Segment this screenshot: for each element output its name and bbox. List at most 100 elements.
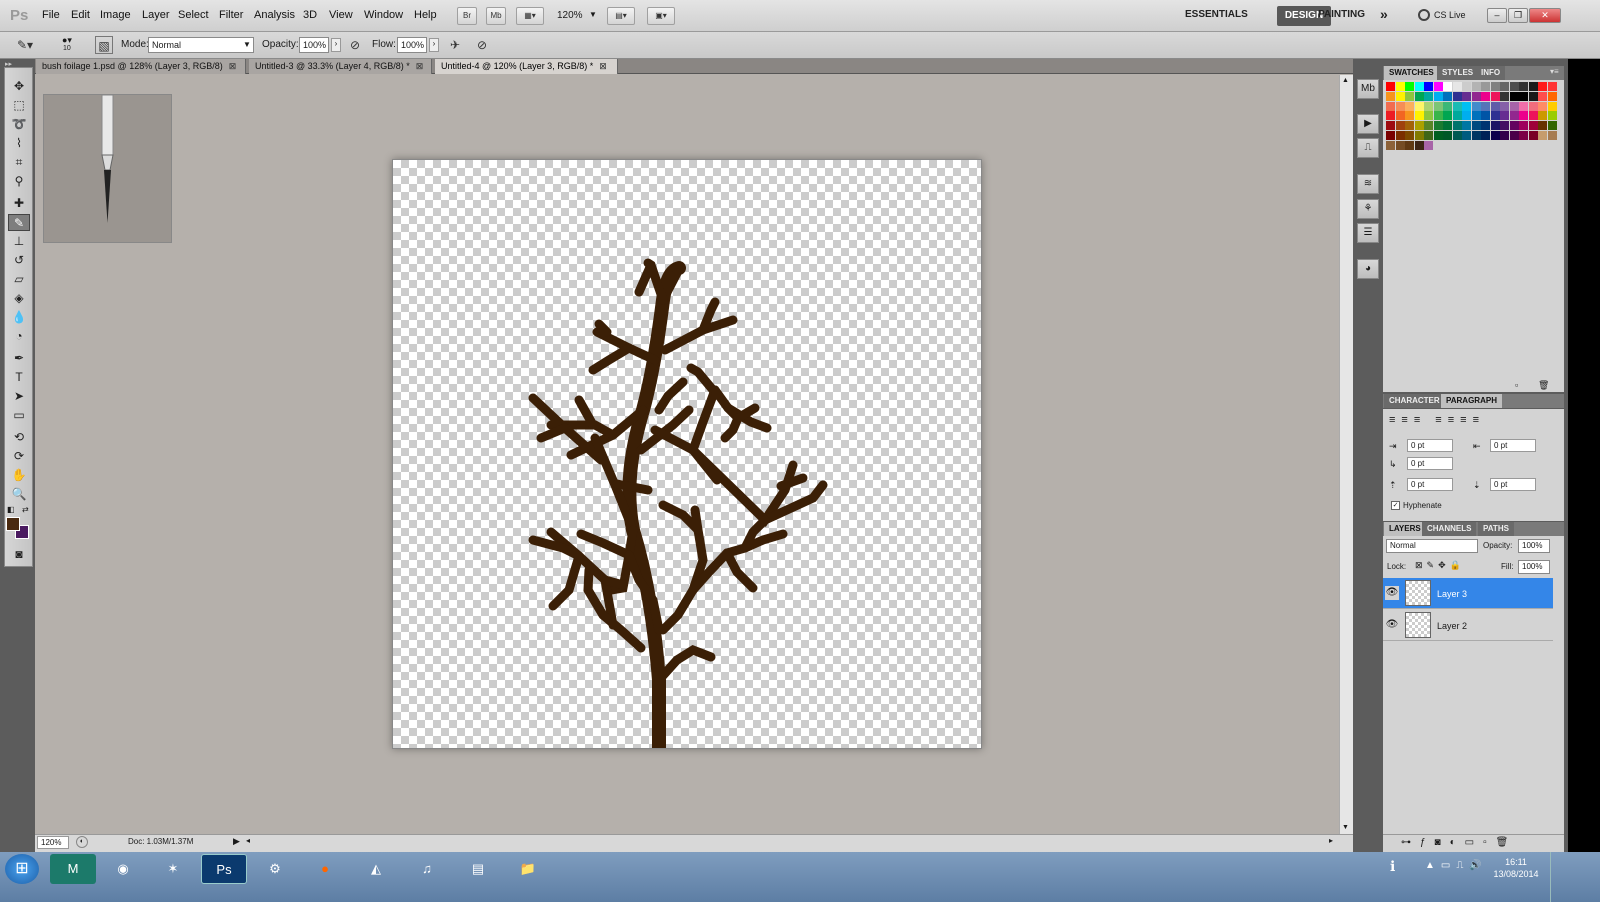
swatch[interactable]	[1414, 140, 1424, 150]
taskbar-winrar-icon[interactable]: ▤	[455, 854, 501, 884]
swatch[interactable]	[1452, 101, 1462, 111]
swatch[interactable]	[1528, 101, 1538, 111]
swatch[interactable]	[1386, 121, 1395, 131]
status-zoom-field[interactable]: 120%	[37, 836, 69, 849]
swatch[interactable]	[1462, 131, 1471, 140]
swatch[interactable]	[1424, 131, 1433, 140]
swatch[interactable]	[1509, 101, 1519, 111]
swatch[interactable]	[1509, 121, 1519, 131]
swatch[interactable]	[1443, 121, 1452, 131]
rectangle-tool-icon[interactable]: ▭	[8, 407, 30, 424]
swatch[interactable]	[1500, 111, 1509, 121]
lasso-tool-icon[interactable]: ➰	[8, 116, 30, 133]
swatch[interactable]	[1405, 91, 1414, 101]
dodge-tool-icon[interactable]: ◔	[8, 328, 30, 345]
swatch[interactable]	[1481, 101, 1490, 111]
swatch[interactable]	[1443, 131, 1452, 140]
workspace-essentials[interactable]: ESSENTIALS	[1185, 9, 1248, 20]
tab-swatches[interactable]: SWATCHES	[1384, 66, 1439, 80]
taskbar-zbrush-icon[interactable]: ✶	[150, 854, 196, 884]
cslive-button[interactable]: CS Live	[1434, 10, 1466, 20]
marquee-tool-icon[interactable]: ⬚	[8, 97, 30, 114]
swatch[interactable]	[1490, 82, 1500, 91]
swatch[interactable]	[1395, 121, 1405, 131]
swatch[interactable]	[1405, 121, 1414, 131]
space-before-field[interactable]: 0 pt	[1407, 478, 1453, 491]
swatch[interactable]	[1433, 101, 1443, 111]
swatch[interactable]	[1414, 82, 1424, 91]
layer-actions-icons[interactable]: ⊶ƒ◙◐▭▫🗑	[1401, 837, 1517, 848]
swatch[interactable]	[1405, 82, 1414, 91]
airbrush-icon[interactable]: ✈	[446, 36, 464, 54]
swatch[interactable]	[1452, 121, 1462, 131]
swatch[interactable]	[1528, 131, 1538, 140]
swatch[interactable]	[1509, 111, 1519, 121]
swatch[interactable]	[1452, 91, 1462, 101]
swatch[interactable]	[1462, 82, 1471, 91]
swatch[interactable]	[1471, 91, 1481, 101]
swatch[interactable]	[1490, 91, 1500, 101]
history-brush-tool-icon[interactable]: ↺	[8, 252, 30, 269]
menu-filter[interactable]: Filter	[219, 9, 243, 21]
healing-brush-tool-icon[interactable]: ✚	[8, 195, 30, 212]
swatch[interactable]	[1509, 131, 1519, 140]
swatch[interactable]	[1547, 111, 1557, 121]
hand-tool-icon[interactable]: ✋	[8, 467, 30, 484]
swatch[interactable]	[1547, 91, 1557, 101]
3d-rotate-tool-icon[interactable]: ⟲	[8, 429, 30, 446]
swatch[interactable]	[1433, 131, 1443, 140]
swatch[interactable]	[1395, 82, 1405, 91]
swatch[interactable]	[1462, 121, 1471, 131]
swatch[interactable]	[1519, 82, 1528, 91]
scroll-left-icon[interactable]: ◂	[246, 836, 250, 845]
swatch[interactable]	[1471, 121, 1481, 131]
indent-right-field[interactable]: 0 pt	[1490, 439, 1536, 452]
swatch[interactable]	[1471, 101, 1481, 111]
start-button[interactable]: ⊞	[5, 854, 39, 884]
pen-tool-icon[interactable]: ✒	[8, 350, 30, 367]
tab-channels[interactable]: CHANNELS	[1422, 522, 1477, 536]
swatch[interactable]	[1433, 121, 1443, 131]
swatch[interactable]	[1386, 91, 1395, 101]
swatch[interactable]	[1452, 131, 1462, 140]
hyphenate-checkbox[interactable]: ✓	[1391, 501, 1400, 510]
swatch[interactable]	[1424, 121, 1433, 131]
swatch[interactable]	[1462, 101, 1471, 111]
swatch[interactable]	[1547, 131, 1557, 140]
close-button[interactable]: ✕	[1529, 8, 1561, 23]
swatch[interactable]	[1405, 131, 1414, 140]
swatch[interactable]	[1481, 131, 1490, 140]
foreground-color-swatch[interactable]	[6, 517, 20, 531]
swatch[interactable]	[1528, 91, 1538, 101]
menu-select[interactable]: Select	[178, 9, 209, 21]
swatch[interactable]	[1528, 111, 1538, 121]
screen-mode-button[interactable]: ▣▾	[647, 7, 675, 25]
tray-help-icon[interactable]: ℹ	[1390, 858, 1395, 875]
swatch[interactable]	[1481, 82, 1490, 91]
opacity-field[interactable]: 100%	[299, 37, 329, 53]
swatch[interactable]	[1452, 82, 1462, 91]
taskbar-itunes-icon[interactable]: ♫	[404, 854, 450, 884]
adjustments-panel-icon[interactable]: ≋	[1357, 174, 1379, 194]
swatch[interactable]	[1414, 91, 1424, 101]
swatch[interactable]	[1443, 111, 1452, 121]
eye-icon[interactable]: 👁	[1385, 586, 1399, 600]
eraser-tool-icon[interactable]: ▱	[8, 271, 30, 288]
doc-tab-untitled-3[interactable]: Untitled-3 @ 33.3% (Layer 4, RGB/8) * ⊠	[249, 59, 432, 74]
taskbar-steam-icon[interactable]: ⚙	[252, 854, 298, 884]
brush-presets-icon[interactable]: ☰	[1357, 223, 1379, 243]
swatch[interactable]	[1424, 140, 1433, 150]
status-info-icon[interactable]: ◐	[76, 836, 88, 848]
swatch[interactable]	[1500, 91, 1509, 101]
new-swatch-icon[interactable]: ▫	[1515, 380, 1518, 390]
swatch[interactable]	[1490, 131, 1500, 140]
blur-tool-icon[interactable]: 💧	[8, 309, 30, 326]
doc-tab-untitled-4[interactable]: Untitled-4 @ 120% (Layer 3, RGB/8) * ⊠	[435, 59, 618, 74]
close-tab-icon[interactable]: ⊠	[229, 61, 237, 71]
eyedropper-tool-icon[interactable]: ⚲	[8, 173, 30, 190]
blend-mode-dropdown[interactable]: Normal	[1386, 539, 1478, 553]
swatch[interactable]	[1462, 91, 1471, 101]
swatch[interactable]	[1519, 131, 1528, 140]
close-tab-icon[interactable]: ⊠	[599, 61, 607, 71]
swatch[interactable]	[1490, 101, 1500, 111]
